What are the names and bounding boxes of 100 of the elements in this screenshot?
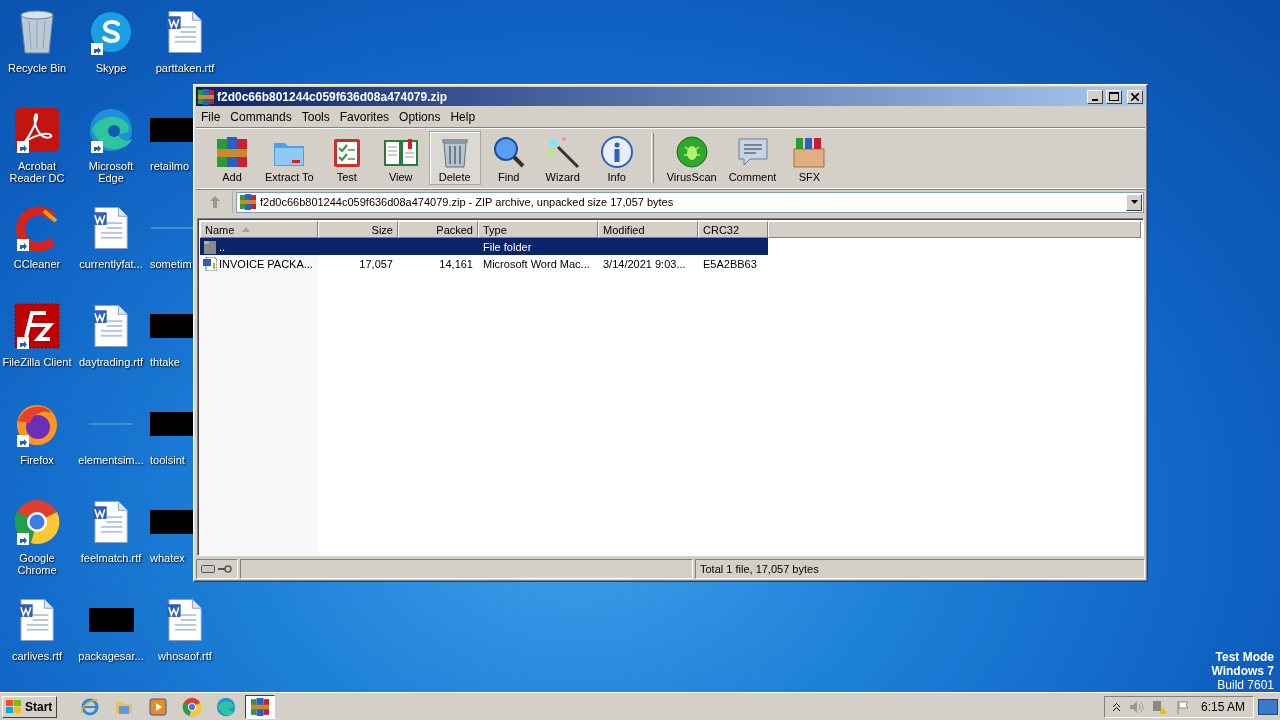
skype-icon <box>89 10 133 54</box>
menu-item[interactable]: Options <box>394 109 446 124</box>
desktop-icon[interactable]: Google Chrome <box>0 494 74 592</box>
desktop-icon[interactable]: currentlyfat... <box>74 200 148 298</box>
desktop-icon[interactable]: packagesar... <box>74 592 148 690</box>
edge-icon <box>88 107 134 153</box>
document-icon <box>93 206 129 250</box>
menu-item[interactable]: File <box>196 109 226 124</box>
redacted-block-icon <box>150 118 193 142</box>
search-icon <box>491 135 526 169</box>
desktop-icon[interactable]: Recycle Bin <box>0 4 74 102</box>
caret-icon <box>1130 200 1138 204</box>
toolbar-button[interactable]: Delete <box>428 131 481 185</box>
toolbar-button[interactable]: Comment <box>723 131 782 185</box>
column-header[interactable]: Name <box>200 221 318 238</box>
status-text: Total 1 file, 17,057 bytes <box>700 563 819 575</box>
archive-icon <box>251 697 270 716</box>
folder-icon <box>203 239 217 254</box>
test-mode-text: Windows 7 <box>1211 664 1274 678</box>
desktop-icon[interactable]: Acrobat Reader DC <box>0 102 74 200</box>
desktop-icon[interactable]: daytrading.rtf <box>74 298 148 396</box>
key-icon <box>218 565 232 573</box>
desktop-icon[interactable]: FileZilla Client <box>0 298 74 396</box>
redacted-block-icon <box>150 510 193 534</box>
toolbar-button[interactable]: View <box>374 131 427 185</box>
document-icon <box>93 500 129 544</box>
toolbar-button[interactable]: Wizard <box>536 131 589 185</box>
document-icon <box>93 304 129 348</box>
archive-icon <box>198 88 214 105</box>
close-button[interactable] <box>1127 89 1143 104</box>
up-arrow-icon <box>209 196 220 208</box>
box-icon <box>792 135 827 169</box>
bug-icon <box>674 135 709 169</box>
network-warning-icon <box>1152 698 1168 715</box>
menu-item[interactable]: Favorites <box>334 109 395 124</box>
address-field[interactable]: f2d0c66b801244c059f636d08a474079.zip - ZIP archive, unpacked size 17,057 bytes <box>236 191 1144 213</box>
blank-file-icon <box>89 422 133 426</box>
toolbar-button[interactable]: Test <box>320 131 373 185</box>
desktop-icon[interactable]: Microsoft Edge <box>74 102 148 200</box>
toolbar-button[interactable]: VirusScan <box>661 131 722 185</box>
desktop-icon[interactable]: Skype <box>74 4 148 102</box>
desktop-icon[interactable]: retailmo <box>148 102 193 200</box>
desktop-icon[interactable]: feelmatch.rtf <box>74 494 148 592</box>
column-header[interactable]: Type <box>478 221 598 238</box>
menu-item[interactable]: Tools <box>296 109 335 124</box>
desktop-icon[interactable]: Firefox <box>0 396 74 494</box>
desktop-icon[interactable]: toolsint <box>148 396 193 494</box>
flag-icon <box>1176 699 1190 714</box>
drive-icon <box>201 565 215 573</box>
internet-explorer-icon <box>80 696 101 717</box>
toolbar-button[interactable]: SFX <box>783 131 836 185</box>
archive-icon <box>240 194 256 210</box>
desktop-icon[interactable]: elementsim... <box>74 396 148 494</box>
info-icon <box>599 135 634 169</box>
edge-icon <box>216 696 237 717</box>
speaker-icon <box>1128 699 1144 714</box>
taskbar-app-button[interactable] <box>245 694 276 719</box>
column-header[interactable]: Size <box>318 221 398 238</box>
windows-logo-icon <box>5 698 23 715</box>
desktop-icon[interactable]: whatex <box>148 494 193 592</box>
filezilla-icon <box>14 303 60 349</box>
window-title: f2d0c66b801244c059f636d08a474079.zip <box>217 89 449 104</box>
minimize-button[interactable] <box>1087 89 1103 104</box>
document-icon <box>167 598 203 642</box>
dropdown-button[interactable] <box>1126 193 1142 211</box>
start-button[interactable]: Start <box>2 695 58 718</box>
desktop-icon[interactable]: sometim <box>148 200 193 298</box>
column-header[interactable]: Modified <box>598 221 698 238</box>
toolbar-button[interactable]: Add <box>206 131 258 185</box>
close-icon <box>1131 92 1139 101</box>
desktop-icon[interactable]: carlives.rtf <box>0 592 74 690</box>
column-header[interactable]: CRC32 <box>698 221 768 238</box>
magic-wand-icon <box>545 135 580 169</box>
sort-arrow-icon <box>242 227 251 232</box>
test-mode-text: Test Mode <box>1215 650 1274 664</box>
menu-item[interactable]: Help <box>445 109 481 124</box>
show-desktop-icon <box>1258 698 1278 715</box>
books-icon <box>215 135 249 169</box>
file-row[interactable]: INVOICE PACKA... 17,057 14,161 Microsoft Word Mac... 3/14/2021 9:03... E5A2BB63 <box>200 255 768 272</box>
file-row[interactable]: .. File folder <box>200 238 768 255</box>
minimize-icon <box>1092 98 1098 101</box>
maximize-icon <box>1109 92 1119 101</box>
media-player-icon <box>148 696 169 717</box>
column-header[interactable]: Packed <box>398 221 478 238</box>
recycle-bin-icon <box>17 9 57 55</box>
desktop-icon[interactable]: whosaof.rtf <box>148 592 222 690</box>
toolbar-button[interactable]: Extract To <box>260 131 319 185</box>
toolbar-button[interactable]: Info <box>590 131 643 185</box>
document-icon <box>203 256 217 271</box>
clock-text: 6:15 AM <box>1200 699 1245 714</box>
menu-item[interactable]: Commands <box>225 109 297 124</box>
maximize-button[interactable] <box>1106 89 1122 104</box>
chevron-up-icon <box>1113 702 1120 711</box>
desktop-icon[interactable]: CCleaner <box>0 200 74 298</box>
document-icon <box>167 10 203 54</box>
document-icon <box>19 598 55 642</box>
test-mode-text: Build 7601 <box>1217 678 1274 692</box>
acrobat-icon <box>14 107 60 153</box>
desktop-icon[interactable]: thtake <box>148 298 193 396</box>
toolbar-button[interactable]: Find <box>482 131 535 185</box>
